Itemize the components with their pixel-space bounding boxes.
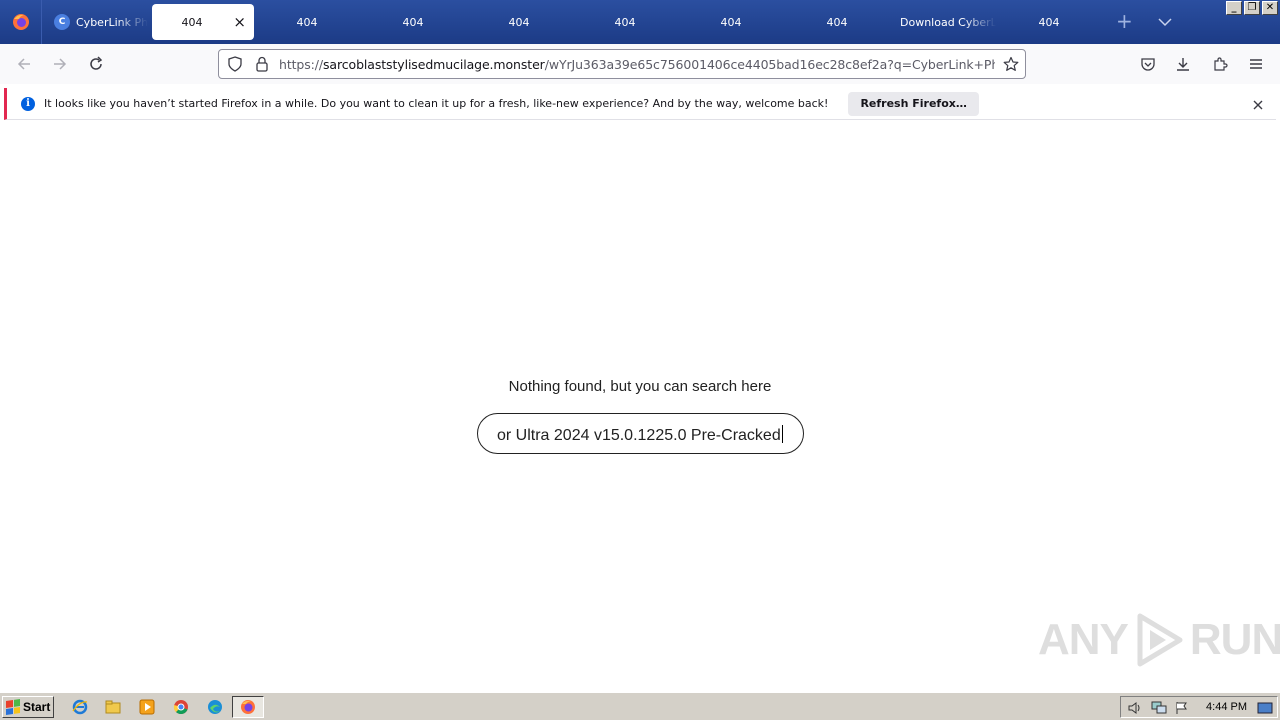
navigation-toolbar: https://sarcoblaststylisedmucilage.monst… xyxy=(0,44,1280,84)
tab-404[interactable]: 404 xyxy=(360,4,466,40)
extensions-icon[interactable] xyxy=(1209,53,1231,75)
taskbar: Start 4:44 PM xyxy=(0,692,1280,720)
tab-download-cyberlink[interactable]: Download CyberL xyxy=(890,4,996,40)
reload-icon[interactable] xyxy=(85,53,107,75)
start-button[interactable]: Start xyxy=(2,695,54,718)
url-text[interactable]: https://sarcoblaststylisedmucilage.monst… xyxy=(279,57,995,72)
tab-label: 404 xyxy=(614,15,636,29)
notification-message: It looks like you haven’t started Firefo… xyxy=(44,97,829,110)
play-logo-icon xyxy=(1137,613,1183,667)
firefox-logo-icon[interactable] xyxy=(0,0,42,44)
anyrun-watermark: ANY RUN xyxy=(1038,610,1280,670)
tab-label: 404 xyxy=(181,15,203,29)
restore-icon[interactable]: ❐ xyxy=(1244,1,1260,15)
url-scheme: https:// xyxy=(279,57,324,72)
info-icon: i xyxy=(21,96,35,111)
tab-404[interactable]: 404 xyxy=(572,4,678,40)
tab-404[interactable]: 404 xyxy=(678,4,784,40)
tab-label: 404 xyxy=(1038,15,1060,29)
tab-cyberlink[interactable]: C CyberLink Ph xyxy=(42,4,148,40)
tab-404[interactable]: 404 xyxy=(254,4,360,40)
url-path: /wYrJu363a39e65c756001406ce4405bad16ec28… xyxy=(544,57,995,72)
tab-label: 404 xyxy=(826,15,848,29)
edge-icon[interactable] xyxy=(205,697,225,717)
search-input-value[interactable]: or Ultra 2024 v15.0.1225.0 Pre-Cracked xyxy=(497,425,783,445)
pocket-icon[interactable] xyxy=(1137,53,1159,75)
file-explorer-icon[interactable] xyxy=(103,697,123,717)
tab-label: 404 xyxy=(296,15,318,29)
close-window-icon[interactable]: ✕ xyxy=(1262,1,1278,15)
tab-label: 404 xyxy=(402,15,424,29)
tab-label: 404 xyxy=(720,15,742,29)
cyberlink-icon: C xyxy=(54,14,70,30)
bookmark-star-icon[interactable] xyxy=(1003,56,1019,76)
watermark-text-left: ANY xyxy=(1038,615,1129,664)
tab-strip: C CyberLink Ph 404 × 404 404 404 404 404… xyxy=(0,0,1280,44)
back-icon[interactable] xyxy=(13,53,35,75)
firefox-taskbar-icon[interactable] xyxy=(238,697,258,717)
text-caret xyxy=(781,425,783,443)
volume-icon[interactable] xyxy=(1127,700,1143,719)
chrome-icon[interactable] xyxy=(171,697,191,717)
address-bar[interactable]: https://sarcoblaststylisedmucilage.monst… xyxy=(218,49,1026,79)
clock[interactable]: 4:44 PM xyxy=(1206,701,1247,713)
internet-explorer-icon[interactable] xyxy=(70,697,90,717)
system-tray: 4:44 PM xyxy=(1120,696,1278,718)
tracking-protection-shield-icon[interactable] xyxy=(227,56,243,76)
lock-icon[interactable] xyxy=(255,56,269,76)
url-host: sarcoblaststylisedmucilage.monster xyxy=(323,57,545,72)
tab-label: CyberLink Ph xyxy=(76,15,148,29)
close-tab-icon[interactable]: × xyxy=(233,13,246,31)
tab-label: 404 xyxy=(508,15,530,29)
start-label: Start xyxy=(23,699,51,714)
new-tab-icon[interactable]: + xyxy=(1116,10,1133,32)
watermark-text-right: RUN xyxy=(1189,615,1280,664)
network-icon[interactable] xyxy=(1151,700,1167,719)
window-controls: _ ❐ ✕ xyxy=(1226,1,1278,15)
tab-404[interactable]: 404 xyxy=(784,4,890,40)
refresh-firefox-notification: i It looks like you haven’t started Fire… xyxy=(4,88,1276,120)
refresh-firefox-button[interactable]: Refresh Firefox… xyxy=(848,91,979,116)
page-content: Nothing found, but you can search here o… xyxy=(0,122,1280,692)
minimize-icon[interactable]: _ xyxy=(1226,1,1242,15)
app-menu-icon[interactable] xyxy=(1245,53,1267,75)
list-all-tabs-icon[interactable] xyxy=(1158,12,1172,31)
action-center-flag-icon[interactable] xyxy=(1175,700,1189,719)
show-desktop-icon[interactable] xyxy=(1257,700,1273,719)
not-found-message: Nothing found, but you can search here xyxy=(508,378,772,395)
forward-icon[interactable] xyxy=(49,53,71,75)
tab-active-404[interactable]: 404 × xyxy=(152,4,254,40)
tab-label: Download CyberL xyxy=(900,15,996,29)
close-notification-icon[interactable] xyxy=(1252,96,1264,115)
search-value-text: or Ultra 2024 v15.0.1225.0 Pre-Cracked xyxy=(497,427,781,444)
media-player-icon[interactable] xyxy=(137,697,157,717)
tab-404[interactable]: 404 xyxy=(466,4,572,40)
windows-logo-icon xyxy=(6,698,20,715)
downloads-icon[interactable] xyxy=(1172,53,1194,75)
tab-404[interactable]: 404 xyxy=(996,4,1102,40)
